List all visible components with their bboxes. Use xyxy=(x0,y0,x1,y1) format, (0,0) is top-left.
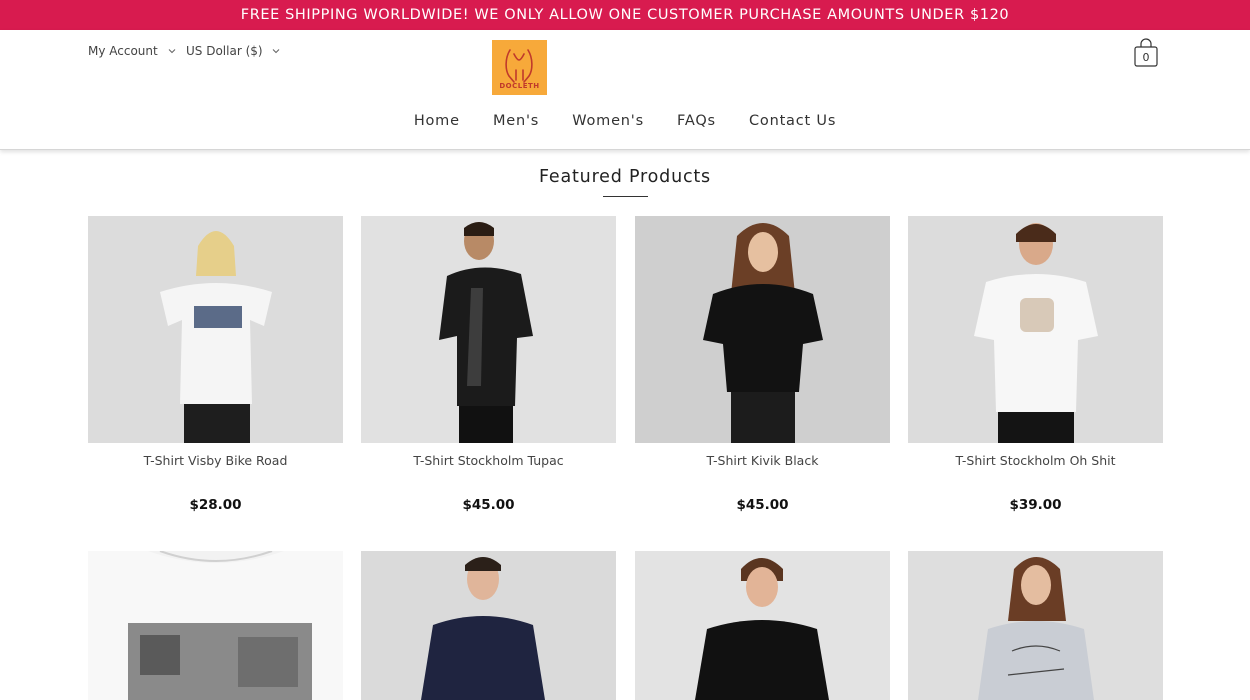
product-image[interactable] xyxy=(635,216,890,443)
product-card[interactable] xyxy=(88,551,343,700)
product-photo xyxy=(88,216,343,443)
product-image[interactable] xyxy=(908,551,1163,700)
product-photo xyxy=(635,551,890,700)
product-card[interactable]: T-Shirt Kivik Black $45.00 xyxy=(635,216,890,513)
cart-count: 0 xyxy=(1142,51,1150,64)
product-photo xyxy=(635,216,890,443)
chevron-down-icon xyxy=(273,49,280,54)
product-photo xyxy=(908,551,1163,700)
product-card[interactable]: T-Shirt Stockholm Oh Shit $39.00 xyxy=(908,216,1163,513)
announcement-text: FREE SHIPPING WORLDWIDE! WE ONLY ALLOW O… xyxy=(240,7,1010,23)
product-price: $45.00 xyxy=(462,497,515,513)
cart-button[interactable]: 0 xyxy=(1133,38,1159,68)
main-nav: Home Men's Women's FAQs Contact Us xyxy=(0,110,1250,129)
product-card[interactable] xyxy=(361,551,616,700)
product-price: $39.00 xyxy=(1009,497,1062,513)
product-card[interactable]: T-Shirt Stockholm Tupac $45.00 xyxy=(361,216,616,513)
product-card[interactable]: T-Shirt Visby Bike Road $28.00 xyxy=(88,216,343,513)
product-name[interactable]: T-Shirt Visby Bike Road xyxy=(88,453,343,468)
product-photo xyxy=(361,551,616,700)
nav-home[interactable]: Home xyxy=(414,113,460,129)
product-image[interactable] xyxy=(361,216,616,443)
product-photo xyxy=(908,216,1163,443)
my-account-label: My Account xyxy=(88,44,158,58)
product-image[interactable] xyxy=(88,216,343,443)
logo-text: DOCLETH xyxy=(499,82,540,90)
nav-mens[interactable]: Men's xyxy=(493,113,539,129)
currency-dropdown[interactable]: US Dollar ($) xyxy=(186,44,281,58)
chevron-down-icon xyxy=(168,49,175,54)
nav-faqs[interactable]: FAQs xyxy=(677,113,716,129)
product-image[interactable] xyxy=(908,216,1163,443)
product-price: $28.00 xyxy=(189,497,242,513)
product-name[interactable]: T-Shirt Stockholm Tupac xyxy=(361,453,616,468)
currency-label: US Dollar ($) xyxy=(186,44,263,58)
nav-womens[interactable]: Women's xyxy=(572,113,644,129)
product-name[interactable]: T-Shirt Stockholm Oh Shit xyxy=(908,453,1163,468)
product-image[interactable] xyxy=(361,551,616,700)
product-image[interactable] xyxy=(635,551,890,700)
title-underline xyxy=(603,196,648,197)
product-photo xyxy=(88,551,343,700)
product-card[interactable] xyxy=(635,551,890,700)
site-header: My Account US Dollar ($) DOCLETH 0 Home … xyxy=(0,30,1250,150)
product-image[interactable] xyxy=(88,551,343,700)
product-name[interactable]: T-Shirt Kivik Black xyxy=(635,453,890,468)
product-price: $45.00 xyxy=(736,497,789,513)
nav-contact-us[interactable]: Contact Us xyxy=(749,113,836,129)
product-card[interactable] xyxy=(908,551,1163,700)
product-photo xyxy=(361,216,616,443)
section-title: Featured Products xyxy=(539,167,711,187)
announcement-bar: FREE SHIPPING WORLDWIDE! WE ONLY ALLOW O… xyxy=(0,0,1250,30)
my-account-dropdown[interactable]: My Account xyxy=(88,44,177,58)
site-logo[interactable]: DOCLETH xyxy=(492,40,547,95)
